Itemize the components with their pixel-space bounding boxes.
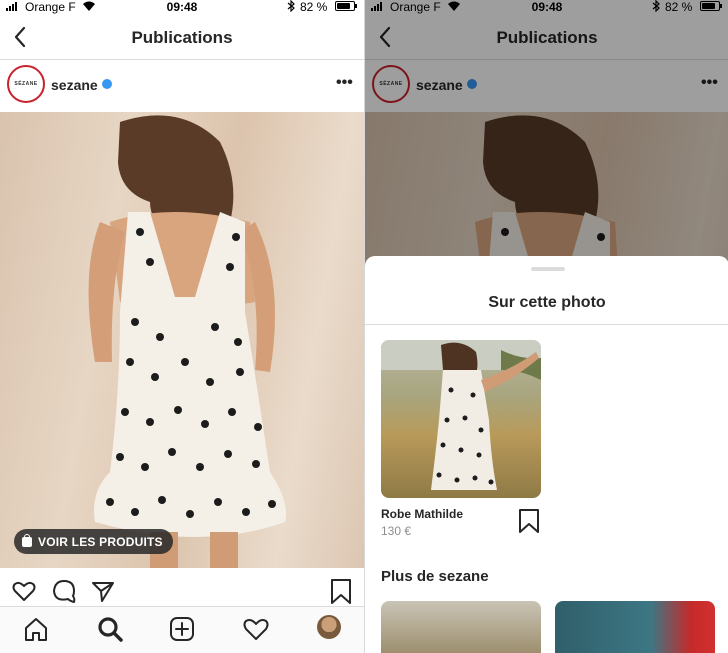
view-products-label: VOIR LES PRODUITS [38, 534, 163, 549]
product-name[interactable]: Robe Mathilde [381, 507, 463, 521]
save-product-icon[interactable] [517, 508, 541, 534]
post-photo[interactable] [0, 112, 364, 568]
battery-percent: 82 % [300, 0, 328, 14]
page-title: Publications [131, 28, 233, 47]
more-from-title: Plus de sezane [381, 568, 489, 585]
username[interactable]: sezane [51, 77, 98, 93]
profile-avatar-tab[interactable] [317, 615, 341, 639]
product-price: 130 € [381, 524, 412, 538]
dress-illustration [88, 115, 286, 568]
bookmark-icon[interactable] [328, 578, 354, 604]
product-sheet-screen: Orange F 09:48 82 % Publications SÉZANE … [364, 0, 728, 653]
post-header: SÉZANE sezane ••• [0, 60, 364, 112]
add-post-icon[interactable] [168, 615, 196, 643]
more-options-icon[interactable]: ••• [336, 74, 353, 92]
share-icon[interactable] [90, 578, 116, 604]
bluetooth-icon [287, 0, 295, 12]
related-product-thumbnail[interactable] [555, 601, 715, 653]
related-product-thumbnail[interactable] [381, 601, 541, 653]
activity-heart-icon[interactable] [242, 615, 270, 643]
shopping-bag-icon [22, 533, 32, 547]
like-icon[interactable] [11, 578, 37, 604]
avatar-logo: SÉZANE [14, 81, 38, 87]
view-products-button[interactable]: VOIR LES PRODUITS [14, 529, 173, 554]
home-icon[interactable] [22, 615, 50, 643]
post-actions [0, 568, 364, 606]
tab-bar [0, 606, 364, 653]
status-bar: Orange F 09:48 82 % [0, 0, 364, 14]
comment-icon[interactable] [51, 578, 77, 604]
product-sheet: Sur cette photo Robe Mathilde 130 € Plus… [365, 256, 728, 653]
search-icon[interactable] [96, 615, 124, 643]
sheet-grabber[interactable] [531, 267, 565, 271]
post-screen: Orange F 09:48 82 % Publications SÉZANE … [0, 0, 364, 653]
nav-bar: Publications [0, 14, 364, 60]
divider [365, 324, 728, 325]
product-photo-illustration [381, 340, 541, 490]
sheet-title: Sur cette photo [488, 294, 606, 311]
battery-icon [335, 1, 357, 11]
verified-icon [102, 79, 112, 89]
product-image[interactable] [381, 340, 541, 498]
avatar[interactable]: SÉZANE [7, 65, 45, 103]
